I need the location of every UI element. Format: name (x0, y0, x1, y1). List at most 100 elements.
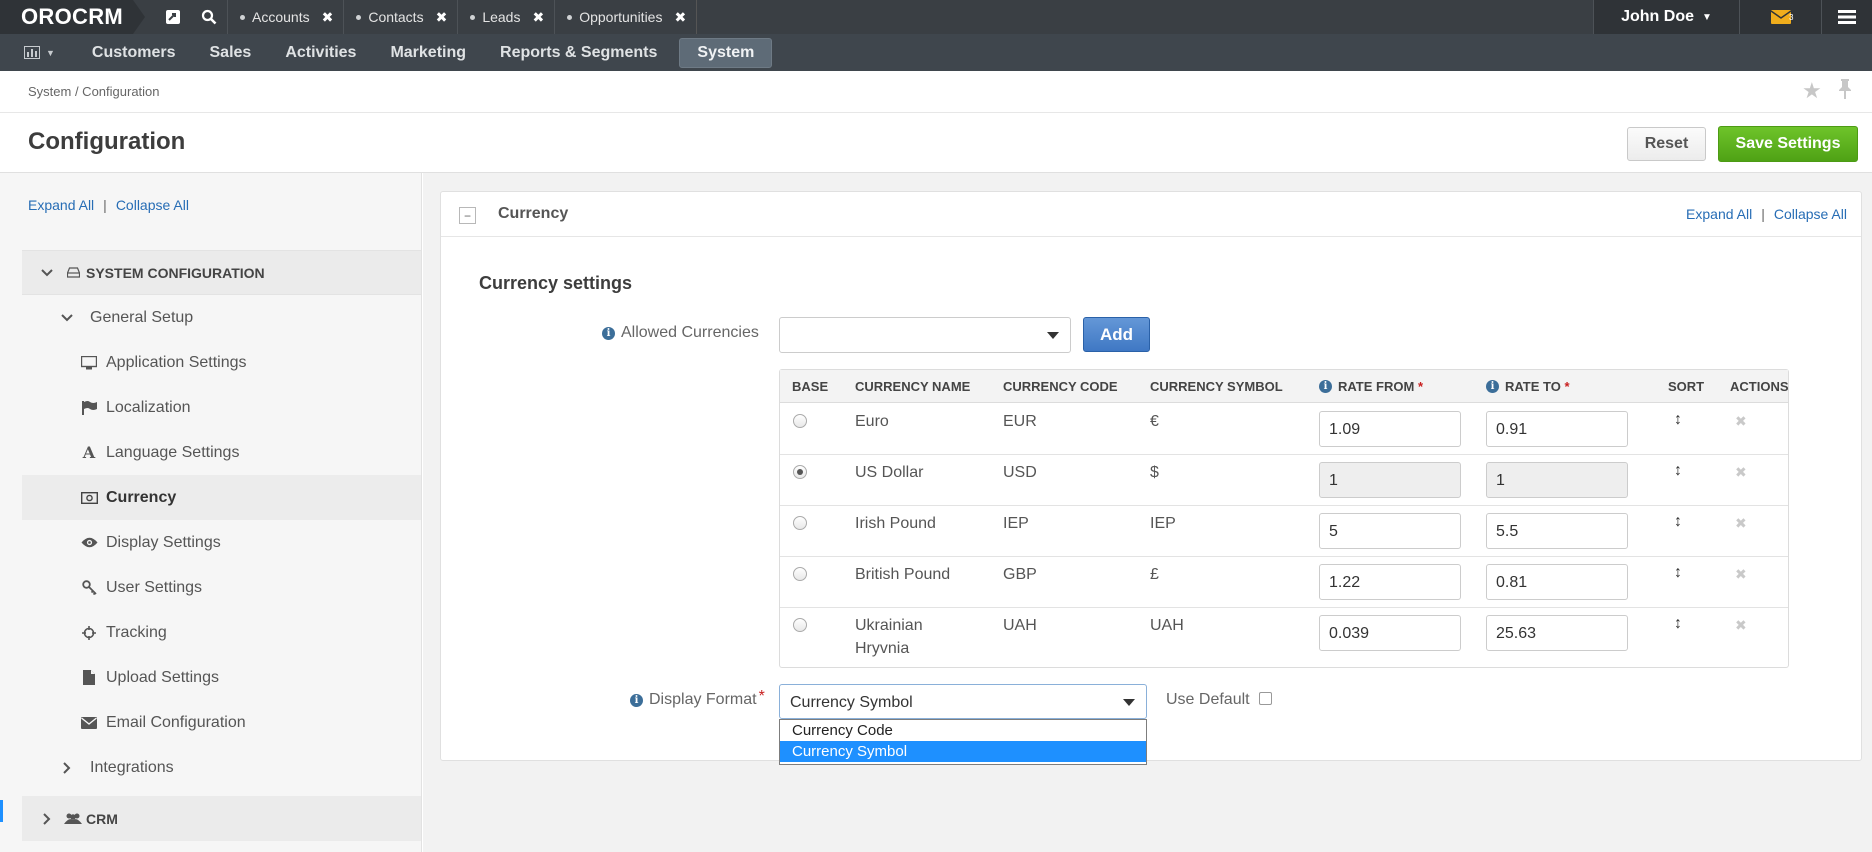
chevron-down-icon (60, 313, 74, 322)
pinned-tab-accounts[interactable]: Accounts ✖ (227, 0, 343, 34)
close-icon[interactable]: ✖ (674, 9, 686, 26)
email-notifications[interactable]: 3 (1739, 0, 1821, 34)
caret-down-icon: ▼ (46, 47, 55, 58)
expand-all-link[interactable]: Expand All (1686, 206, 1752, 222)
tree-user-settings[interactable]: User Settings (22, 565, 421, 610)
info-icon[interactable]: i (602, 326, 615, 340)
nav-reports-segments[interactable]: Reports & Segments (483, 38, 674, 68)
nav-customers[interactable]: Customers (75, 38, 193, 68)
base-radio[interactable] (793, 567, 807, 581)
rate-to-input[interactable]: 0.91 (1486, 411, 1628, 447)
search-icon[interactable] (191, 0, 227, 34)
tree-general-setup[interactable]: General Setup (22, 295, 421, 340)
base-radio[interactable] (793, 516, 807, 530)
link-separator: | (103, 197, 107, 213)
pinned-tab-contacts[interactable]: Contacts ✖ (343, 0, 457, 34)
sort-handle-icon[interactable]: ↕ (1674, 564, 1682, 582)
option-currency-code[interactable]: Currency Code (780, 720, 1146, 741)
rate-from-input[interactable]: 0.039 (1319, 615, 1461, 651)
share-icon[interactable] (155, 0, 191, 34)
pinned-tab-label: Opportunities (579, 9, 663, 25)
tree-email-configuration[interactable]: Email Configuration (22, 700, 421, 745)
nav-system[interactable]: System (679, 37, 773, 68)
app-logo[interactable]: OROCRM (0, 0, 145, 34)
tree-tracking[interactable]: Tracking (22, 610, 421, 655)
currency-name: Irish Pound (855, 515, 936, 532)
rate-to-input[interactable]: 5.5 (1486, 513, 1628, 549)
sort-handle-icon[interactable]: ↕ (1674, 513, 1682, 531)
collapse-all-link[interactable]: Collapse All (1774, 206, 1847, 222)
tree-localization[interactable]: Localization (22, 385, 421, 430)
rate-to-input[interactable]: 0.81 (1486, 564, 1628, 600)
file-icon (80, 670, 98, 685)
tree-label: Integrations (90, 758, 174, 776)
close-icon[interactable]: ✖ (322, 9, 334, 26)
base-radio[interactable] (793, 618, 807, 632)
col-currency-name: CURRENCY NAME (855, 379, 971, 394)
tree-currency[interactable]: Currency (22, 475, 421, 520)
tree-system-configuration[interactable]: SYSTEM CONFIGURATION (22, 250, 421, 295)
dashboard-menu[interactable]: ▼ (24, 46, 55, 59)
hamburger-icon[interactable] (1821, 0, 1872, 34)
tree-language-settings[interactable]: A Language Settings (22, 430, 421, 475)
tree-label: Application Settings (106, 353, 247, 371)
tree-display-settings[interactable]: Display Settings (22, 520, 421, 565)
user-menu[interactable]: John Doe ▼ (1593, 0, 1739, 34)
tree-label: Tracking (106, 623, 167, 641)
reset-button[interactable]: Reset (1627, 127, 1706, 161)
delete-icon[interactable]: ✖ (1735, 515, 1747, 532)
pinned-tab-leads[interactable]: Leads ✖ (457, 0, 554, 34)
nav-marketing[interactable]: Marketing (373, 38, 483, 68)
content-area: − Currency Expand All | Collapse All Curre… (423, 173, 1872, 852)
info-icon[interactable]: i (1319, 380, 1332, 393)
col-currency-code: CURRENCY CODE (1003, 379, 1118, 394)
sort-handle-icon[interactable]: ↕ (1674, 615, 1682, 633)
delete-icon[interactable]: ✖ (1735, 617, 1747, 634)
col-base: BASE (792, 379, 829, 394)
pinned-tab-opportunities[interactable]: Opportunities ✖ (554, 0, 696, 34)
option-currency-symbol[interactable]: Currency Symbol (780, 741, 1146, 762)
tree-label: SYSTEM CONFIGURATION (86, 264, 265, 281)
tree-integrations[interactable]: Integrations (22, 745, 421, 790)
crosshair-icon (80, 625, 98, 640)
close-icon[interactable]: ✖ (532, 9, 544, 26)
tree-label: Currency (106, 488, 177, 506)
collapse-all-link[interactable]: Collapse All (116, 197, 189, 213)
rate-from-input[interactable]: 1.22 (1319, 564, 1461, 600)
add-currency-button[interactable]: Add (1083, 317, 1150, 352)
sort-handle-icon[interactable]: ↕ (1674, 411, 1682, 429)
base-radio[interactable] (793, 414, 807, 428)
info-icon[interactable]: i (1486, 380, 1499, 393)
tree-application-settings[interactable]: Application Settings (22, 340, 421, 385)
collapse-icon[interactable]: − (459, 207, 476, 224)
rate-to-input[interactable]: 25.63 (1486, 615, 1628, 651)
rate-from-input[interactable]: 5 (1319, 513, 1461, 549)
bullet-icon (567, 14, 573, 20)
currency-code: EUR (1003, 413, 1037, 430)
table-row: British Pound GBP £ 1.22 0.81 ↕ ✖ (780, 557, 1788, 608)
expand-all-link[interactable]: Expand All (28, 197, 94, 213)
delete-icon[interactable]: ✖ (1735, 566, 1747, 583)
required-mark: * (1417, 379, 1423, 394)
close-icon[interactable]: ✖ (436, 9, 448, 26)
use-default-checkbox[interactable] (1258, 692, 1272, 705)
tree-label: User Settings (106, 578, 203, 596)
tree-upload-settings[interactable]: Upload Settings (22, 655, 421, 700)
delete-icon[interactable]: ✖ (1735, 464, 1747, 481)
currency-code: UAH (1003, 617, 1037, 634)
base-radio[interactable] (793, 465, 807, 479)
allowed-currencies-select[interactable] (779, 317, 1071, 353)
save-settings-button[interactable]: Save Settings (1718, 126, 1858, 162)
tree-label: Upload Settings (106, 668, 219, 686)
star-icon[interactable]: ★ (1802, 78, 1822, 104)
rate-from-input[interactable]: 1.09 (1319, 411, 1461, 447)
pin-icon[interactable] (1838, 79, 1852, 104)
panel-expand-collapse: Expand All | Collapse All (1686, 206, 1847, 222)
delete-icon[interactable]: ✖ (1735, 413, 1747, 430)
nav-activities[interactable]: Activities (268, 38, 373, 68)
nav-sales[interactable]: Sales (193, 38, 269, 68)
sort-handle-icon[interactable]: ↕ (1674, 462, 1682, 480)
info-icon[interactable]: i (630, 693, 643, 707)
display-format-select[interactable]: Currency Symbol (779, 684, 1147, 719)
tree-crm[interactable]: CRM (22, 796, 421, 841)
